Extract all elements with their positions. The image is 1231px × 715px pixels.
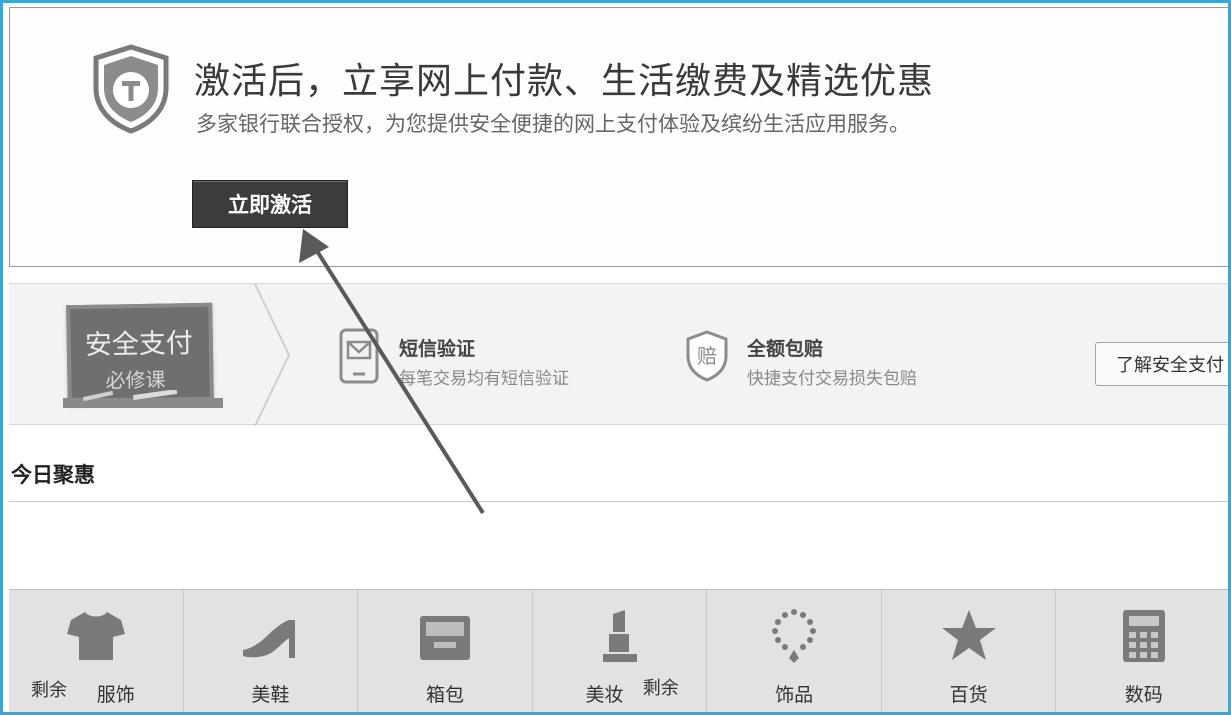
category-general-label: 百货 — [949, 684, 988, 706]
category-digital[interactable]: 数码 — [1056, 590, 1228, 712]
calculator-icon — [1122, 610, 1165, 662]
high-heel-icon — [243, 620, 296, 658]
chalk-icon — [63, 390, 223, 408]
category-clothing[interactable]: 剩余 服饰 — [9, 590, 184, 712]
category-shoes[interactable]: 美鞋 — [184, 590, 359, 712]
category-shoes-label: 美鞋 — [251, 684, 290, 706]
activate-now-button[interactable]: 立即激活 — [192, 180, 348, 228]
deals-title: 今日聚惠 — [11, 463, 95, 487]
activation-panel: 激活后，立享网上付款、生活缴费及精选优惠 多家银行联合授权，为您提供安全便捷的网… — [9, 7, 1228, 267]
lipstick-icon — [602, 610, 637, 662]
sms-phone-icon — [339, 328, 379, 384]
chevron-divider-icon — [254, 284, 291, 426]
category-digital-label: 数码 — [1124, 684, 1163, 706]
feature-compensation-desc: 快捷支付交易损失包赔 — [747, 369, 917, 389]
category-bar: 剩余 服饰 美鞋 箱包 美妆 剩余 饰品 百货 数码 — [9, 589, 1228, 712]
category-general[interactable]: 百货 — [882, 590, 1057, 712]
category-accessories-label: 饰品 — [775, 684, 814, 706]
tshirt-icon — [66, 612, 125, 660]
board-title: 安全支付 — [84, 328, 194, 361]
screenshot-frame: 激活后，立享网上付款、生活缴费及精选优惠 多家银行联合授权，为您提供安全便捷的网… — [0, 0, 1231, 715]
shield-t-icon — [93, 44, 169, 134]
star-icon — [941, 610, 996, 660]
category-cosmetics-remaining: 剩余 — [642, 678, 679, 699]
security-course-board[interactable]: 安全支付 必修课 — [66, 302, 214, 404]
activation-title: 激活后，立享网上付款、生活缴费及精选优惠 — [194, 61, 935, 102]
necklace-icon — [772, 609, 817, 663]
category-clothing-label: 服饰 — [96, 684, 135, 706]
security-strip: 安全支付 必修课 短信验证 每笔交易均有短信验证 赔 全额包赔 快捷支付交易损失… — [9, 283, 1228, 426]
feature-sms-title: 短信验证 — [399, 338, 476, 360]
compensation-char: 赔 — [697, 344, 717, 368]
learn-security-button[interactable]: 了解安全支付 — [1095, 342, 1228, 386]
feature-sms-desc: 每笔交易均有短信验证 — [399, 369, 569, 389]
category-accessories[interactable]: 饰品 — [707, 590, 882, 712]
category-cosmetics[interactable]: 美妆 剩余 — [533, 590, 708, 712]
compensation-shield-icon: 赔 — [686, 330, 728, 382]
bag-icon — [419, 616, 470, 660]
feature-compensation-title: 全额包赔 — [747, 338, 824, 360]
activation-subtitle: 多家银行联合授权，为您提供安全便捷的网上支付体验及缤纷生活应用服务。 — [196, 112, 910, 136]
deals-area — [9, 501, 1228, 589]
